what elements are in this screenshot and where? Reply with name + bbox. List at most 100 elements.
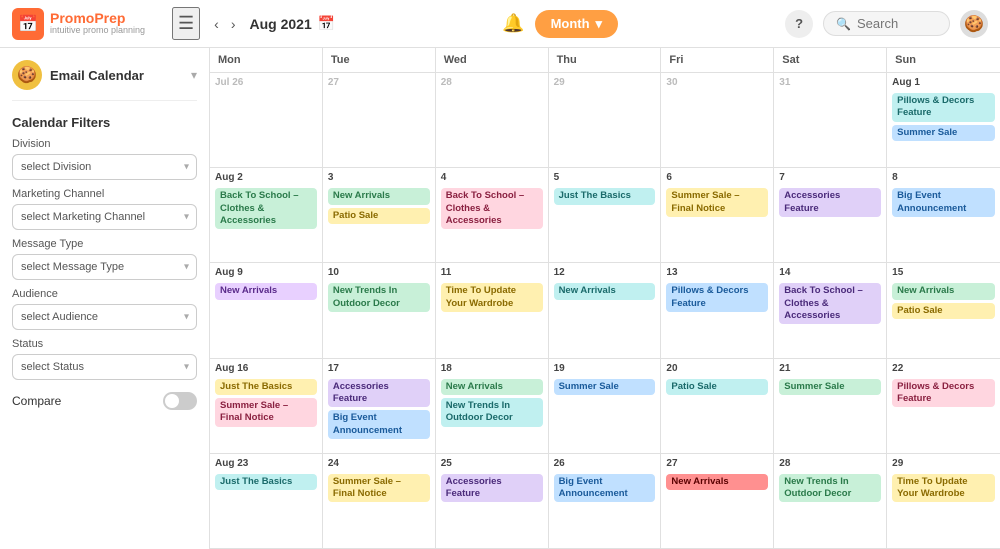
event-pill[interactable]: Pillows & Decors Feature	[892, 379, 995, 408]
event-pill[interactable]: Time To Update Your Wardrobe	[892, 474, 995, 503]
search-icon: 🔍	[836, 17, 851, 31]
header: 📅 PromoPrep intuitive promo planning ☰ ‹…	[0, 0, 1000, 48]
logo-icon: 📅	[12, 8, 44, 40]
event-pill[interactable]: Patio Sale	[666, 379, 768, 395]
cal-cell: 19 Summer Sale	[549, 359, 662, 454]
event-pill[interactable]: Just The Basics	[215, 379, 317, 395]
account-chevron[interactable]: ▾	[191, 68, 197, 82]
account-name: Email Calendar	[50, 68, 183, 83]
cell-date: 28	[779, 458, 881, 469]
cal-cell: 22Pillows & Decors Feature	[887, 359, 1000, 454]
cell-date: Aug 9	[215, 267, 317, 278]
help-button[interactable]: ?	[785, 10, 813, 38]
account-row: 🍪 Email Calendar ▾	[12, 60, 197, 101]
day-header-sat: Sat	[774, 48, 887, 72]
notifications-button[interactable]: 🔔	[502, 13, 524, 34]
cell-date: 28	[441, 77, 543, 88]
cell-date: 19	[554, 363, 656, 374]
event-pill[interactable]: Big Event Announcement	[892, 188, 995, 217]
division-select-wrap: select Division	[12, 154, 197, 180]
cal-cell: 28	[436, 73, 549, 168]
event-pill[interactable]: Pillows & Decors Feature	[666, 283, 768, 312]
event-pill[interactable]: Accessories Feature	[441, 474, 543, 503]
nav-prev-button[interactable]: ‹	[210, 14, 223, 34]
day-header-wed: Wed	[436, 48, 549, 72]
cell-date: 26	[554, 458, 656, 469]
event-pill[interactable]: Time To Update Your Wardrobe	[441, 283, 543, 312]
event-pill[interactable]: Patio Sale	[328, 208, 430, 224]
cell-date: 10	[328, 267, 430, 278]
calendar-icon: 📅	[318, 15, 335, 32]
cell-date: 15	[892, 267, 995, 278]
event-pill[interactable]: Back To School – Clothes & Accessories	[215, 188, 317, 229]
event-pill[interactable]: Summer Sale – Final Notice	[666, 188, 768, 217]
nav-next-button[interactable]: ›	[227, 14, 240, 34]
event-pill[interactable]: Accessories Feature	[779, 188, 881, 217]
date-label: Aug 2021	[249, 16, 311, 32]
cal-cell: Aug 16Just The BasicsSummer Sale – Final…	[210, 359, 323, 454]
cell-date: Aug 2	[215, 172, 317, 183]
cal-cell: 24Summer Sale – Final Notice	[323, 454, 436, 549]
avatar-button[interactable]: 🍪	[960, 10, 988, 38]
event-pill[interactable]: Back To School – Clothes & Accessories	[779, 283, 881, 324]
logo-sub: intuitive promo planning	[50, 26, 145, 36]
cal-cell: Aug 1 Pillows & Decors Feature Summer Sale	[887, 73, 1000, 168]
cal-cell: 6Summer Sale – Final Notice	[661, 168, 774, 263]
account-icon: 🍪	[12, 60, 42, 90]
event-pill[interactable]: Just The Basics	[215, 474, 317, 490]
day-header-mon: Mon	[210, 48, 323, 72]
search-input[interactable]	[857, 16, 937, 31]
menu-button[interactable]: ☰	[172, 7, 200, 40]
event-pill[interactable]: New Trends In Outdoor Decor	[328, 283, 430, 312]
event-pill[interactable]: New Arrivals	[441, 379, 543, 395]
event-pill[interactable]: Summer Sale	[554, 379, 656, 395]
cal-cell: 29 Time To Update Your Wardrobe	[887, 454, 1000, 549]
event-pill[interactable]: Big Event Announcement	[554, 474, 656, 503]
cell-date: Aug 1	[892, 77, 995, 88]
cal-cell: 18New ArrivalsNew Trends In Outdoor Deco…	[436, 359, 549, 454]
message-label: Message Type	[12, 238, 197, 250]
day-header-fri: Fri	[661, 48, 774, 72]
status-select-wrap: select Status	[12, 354, 197, 380]
compare-label: Compare	[12, 394, 61, 408]
body-wrapper: 🍪 Email Calendar ▾ Calendar Filters Divi…	[0, 48, 1000, 549]
toggle-knob	[165, 394, 179, 408]
event-pill[interactable]: Summer Sale – Final Notice	[328, 474, 430, 503]
compare-row: Compare	[12, 392, 197, 410]
event-pill[interactable]: Summer Sale – Final Notice	[215, 398, 317, 427]
day-header-thu: Thu	[549, 48, 662, 72]
event-pill[interactable]: Accessories Feature	[328, 379, 430, 408]
month-view-button[interactable]: Month ▾	[535, 10, 619, 38]
cell-date: 29	[892, 458, 995, 469]
event-pill[interactable]: New Arrivals	[666, 474, 768, 490]
cal-cell: 27New Arrivals	[661, 454, 774, 549]
event-pill[interactable]: New Trends In Outdoor Decor	[441, 398, 543, 427]
cal-cell: 30	[661, 73, 774, 168]
event-pill[interactable]: Summer Sale	[779, 379, 881, 395]
division-select[interactable]: select Division	[12, 154, 197, 180]
message-select[interactable]: select Message Type	[12, 254, 197, 280]
event-pill[interactable]: Patio Sale	[892, 303, 995, 319]
cell-date: 27	[328, 77, 430, 88]
event-pill[interactable]: Summer Sale	[892, 125, 995, 141]
channel-select[interactable]: select Marketing Channel	[12, 204, 197, 230]
cell-date: 14	[779, 267, 881, 278]
event-pill[interactable]: Pillows & Decors Feature	[892, 93, 995, 122]
event-pill[interactable]: New Arrivals	[892, 283, 995, 299]
event-pill[interactable]: New Arrivals	[328, 188, 430, 204]
event-pill[interactable]: Back To School – Clothes & Accessories	[441, 188, 543, 229]
cal-cell: Aug 9 New Arrivals	[210, 263, 323, 358]
compare-toggle[interactable]	[163, 392, 197, 410]
event-pill[interactable]: Big Event Announcement	[328, 410, 430, 439]
channel-select-wrap: select Marketing Channel	[12, 204, 197, 230]
cal-cell: 17Accessories FeatureBig Event Announcem…	[323, 359, 436, 454]
cal-cell: 28 New Trends In Outdoor Decor	[774, 454, 887, 549]
event-pill[interactable]: New Trends In Outdoor Decor	[779, 474, 881, 503]
audience-select[interactable]: select Audience	[12, 304, 197, 330]
event-pill[interactable]: New Arrivals	[215, 283, 317, 299]
event-pill[interactable]: New Arrivals	[554, 283, 656, 299]
filters-title: Calendar Filters	[12, 115, 197, 130]
status-select[interactable]: select Status	[12, 354, 197, 380]
search-box[interactable]: 🔍	[823, 11, 950, 36]
event-pill[interactable]: Just The Basics	[554, 188, 656, 204]
